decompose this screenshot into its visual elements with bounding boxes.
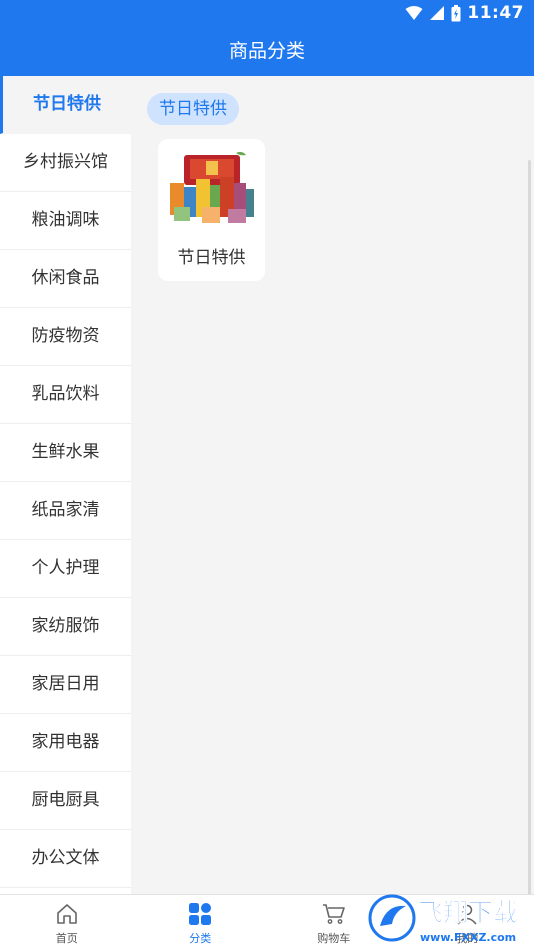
cart-icon [322,902,346,926]
sidebar-item-rural[interactable]: 乡村振兴馆 [0,134,131,192]
product-name: 节日特供 [158,243,265,268]
sidebar-item-kitchen[interactable]: 厨电厨具 [0,772,131,830]
sidebar-item-festival[interactable]: 节日特供 [0,76,131,134]
svg-text:飞翔下载: 飞翔下载 [418,898,518,927]
scrollbar[interactable] [528,160,531,930]
sidebar-item-appliances[interactable]: 家用电器 [0,714,131,772]
category-content: 节日特供 节日特供 [131,76,534,894]
sidebar-item-fresh-fruit[interactable]: 生鲜水果 [0,424,131,482]
product-card[interactable]: 节日特供 [158,139,265,281]
svg-text:www.FXXZ.com: www.FXXZ.com [420,931,516,944]
home-icon [55,902,79,926]
sidebar-item-office[interactable]: 办公文体 [0,830,131,888]
status-time: 11:47 [467,3,524,23]
page-title: 商品分类 [0,28,534,76]
sidebar-item-paper-cleaning[interactable]: 纸品家清 [0,482,131,540]
sidebar-item-household[interactable]: 家居日用 [0,656,131,714]
sidebar-item-dairy-drinks[interactable]: 乳品饮料 [0,366,131,424]
category-sidebar: 节日特供 乡村振兴馆 粮油调味 休闲食品 防疫物资 乳品饮料 生鲜水果 纸品家清… [0,76,131,894]
tab-label: 首页 [0,930,134,946]
grid-icon [188,902,212,926]
sidebar-item-grain-oil[interactable]: 粮油调味 [0,192,131,250]
battery-icon [451,5,461,22]
signal-icon [429,5,445,21]
watermark-logo: 飞翔下载 www.FXXZ.com [366,890,534,950]
section-label: 节日特供 [147,93,239,125]
sidebar-item-epidemic-supplies[interactable]: 防疫物资 [0,308,131,366]
sidebar-item-personal-care[interactable]: 个人护理 [0,540,131,598]
wifi-icon [405,5,423,21]
tab-label: 分类 [134,930,268,946]
product-image [166,149,256,229]
tab-home[interactable]: 首页 [0,895,134,951]
status-bar: 11:47 [0,0,534,28]
sidebar-item-textiles[interactable]: 家纺服饰 [0,598,131,656]
status-icons: 11:47 [405,3,524,23]
sidebar-item-snacks[interactable]: 休闲食品 [0,250,131,308]
tab-category[interactable]: 分类 [134,895,268,951]
